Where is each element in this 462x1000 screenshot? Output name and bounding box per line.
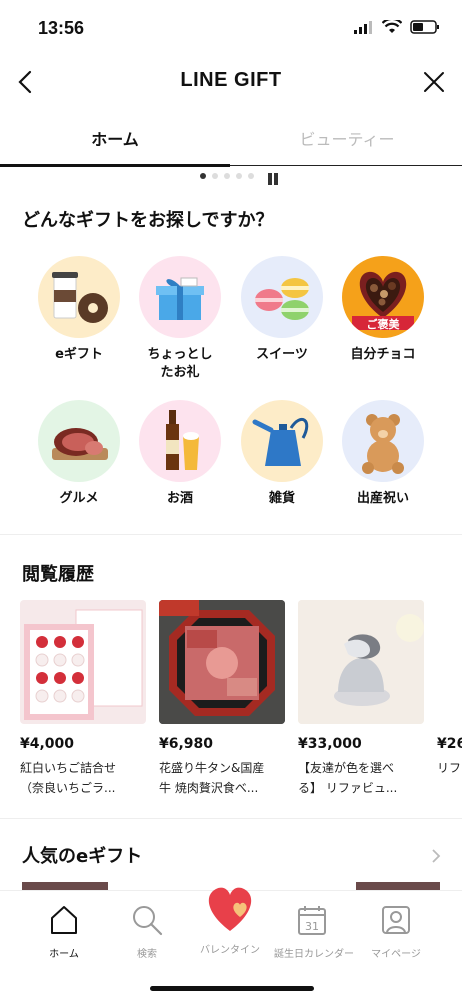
product-name: 花盛り牛タン&国産牛 焼肉贅沢食べ... [159,761,265,795]
status-bar: 13:56 [0,0,462,56]
close-icon[interactable] [422,70,446,94]
nav-valentine[interactable]: バレンタイン [192,887,268,956]
nav-label: ホーム [49,949,79,960]
product-price: ¥4,000 [20,736,75,752]
nav-my-page[interactable]: マイページ [358,903,434,960]
active-tab-indicator [0,164,230,167]
product-image [298,600,424,724]
nav-label: バレンタイン [200,945,260,956]
carousel-pager [0,170,462,185]
product-image [159,600,285,724]
pager-dot[interactable] [224,173,230,179]
section-divider [0,818,462,819]
page-title: LINE GIFT [180,69,282,91]
macaron-icon [241,256,323,338]
category-gourmet[interactable]: グルメ [29,400,129,508]
signal-icon [354,21,372,34]
section-title-gift-search: どんなギフトをお探しですか？ [22,210,274,231]
chevron-right-icon[interactable] [430,848,442,864]
pause-icon[interactable] [268,170,280,185]
category-small-thanks[interactable]: ちょっとし たお礼 [130,256,230,382]
product-image [20,600,146,724]
category-alcohol[interactable]: お酒 [130,400,230,508]
gift-box-icon [139,256,221,338]
history-item[interactable]: ¥6,980 花盛り牛タン&国産牛 焼肉贅沢食べ... [159,600,285,798]
roast-beef-icon [38,400,120,482]
product-image [437,600,462,724]
tab-beauty[interactable]: ビューティー [232,126,462,150]
category-label: グルメ [59,491,99,506]
reward-badge: ご褒美 [366,318,400,331]
status-icons [354,20,440,34]
section-title-popular-egift: 人気のeギフト [22,846,143,867]
status-time: 13:56 [38,18,85,38]
section-divider [0,534,462,535]
product-name: リフ [437,761,462,775]
search-icon [133,906,163,936]
tab-bar: ホーム ビューティー [0,112,462,167]
nav-label: 検索 [137,949,157,960]
product-price: ¥6,980 [159,736,214,752]
calendar-icon: 31 [298,906,326,935]
home-icon [51,906,77,934]
nav-label: 誕生日カレンダー [274,949,354,960]
category-egift[interactable]: eギフト [29,256,129,364]
pager-dot[interactable] [212,173,218,179]
category-label: 自分チョコ [350,347,416,362]
beer-icon [139,400,221,482]
wifi-icon [382,20,402,33]
chocolate-box-icon: ご褒美 [342,256,424,338]
category-label: 出産祝い [356,491,409,506]
category-label: スイーツ [256,347,308,362]
pager-dot[interactable] [236,173,242,179]
category-label: お酒 [166,491,193,506]
pager-dot[interactable] [200,173,206,179]
heart-icon [208,887,252,931]
category-self-chocolate[interactable]: ご褒美 自分チョコ [333,256,433,364]
product-name: 紅白いちご詰合せ （奈良いちごラ... [20,761,117,795]
category-goods[interactable]: 雑貨 [232,400,332,508]
product-price: ¥33,000 [298,736,362,752]
teddy-bear-icon [342,400,424,482]
popular-item-image[interactable] [356,882,440,890]
nav-bar: LINE GIFT [0,56,462,108]
section-title-history: 閲覧履歴 [22,564,94,585]
category-label: ちょっとし たお礼 [147,347,213,380]
popular-item-image[interactable] [22,882,108,890]
nav-label: マイページ [371,949,421,960]
category-sweets[interactable]: スイーツ [232,256,332,364]
nav-home[interactable]: ホーム [26,903,102,960]
home-indicator [150,986,314,991]
person-icon [382,906,410,934]
coffee-donut-icon [38,256,120,338]
category-baby[interactable]: 出産祝い [333,400,433,508]
nav-search[interactable]: 検索 [109,903,185,960]
history-item[interactable]: ¥4,000 紅白いちご詰合せ （奈良いちごラ... [20,600,146,798]
product-price: ¥26 [437,736,462,752]
nav-birthday-calendar[interactable]: 31 誕生日カレンダー [274,903,354,960]
history-item[interactable]: ¥26 リフ [437,600,462,778]
category-label: eギフト [55,347,103,362]
history-item[interactable]: ¥33,000 【友達が色を選べ る】 リファビュ... [298,600,424,798]
product-name: 【友達が色を選べ る】 リファビュ... [298,761,398,795]
pager-dot[interactable] [248,173,254,179]
tab-home[interactable]: ホーム [0,126,230,150]
bottom-nav: ホーム 検索 バレンタイン 31 誕生日カレンダー マイページ [0,887,462,1000]
battery-icon [410,20,439,34]
kettle-icon [241,400,323,482]
category-label: 雑貨 [268,491,295,506]
svg-text:31: 31 [305,920,319,933]
